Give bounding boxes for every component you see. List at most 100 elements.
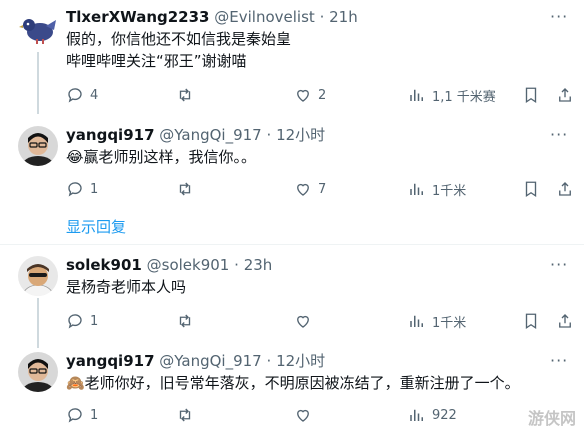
share-button[interactable] bbox=[556, 179, 574, 199]
divider bbox=[0, 244, 584, 245]
bookmark-button[interactable] bbox=[522, 179, 540, 199]
more-options-icon[interactable]: ··· bbox=[550, 125, 568, 145]
display-name[interactable]: solek901 bbox=[66, 256, 142, 274]
share-button[interactable] bbox=[556, 311, 574, 331]
retweet-icon bbox=[179, 408, 191, 422]
separator: · bbox=[319, 8, 325, 26]
user-handle[interactable]: @solek901 bbox=[147, 256, 230, 274]
thread-line bbox=[37, 52, 39, 114]
display-name[interactable]: yangqi917 bbox=[66, 352, 155, 370]
view-count: 1千米 bbox=[432, 183, 467, 199]
heart-icon bbox=[297, 183, 309, 196]
like-button[interactable]: 2 bbox=[294, 85, 326, 105]
views-icon bbox=[410, 183, 423, 195]
reply-icon bbox=[68, 408, 82, 423]
retweet-button[interactable] bbox=[176, 405, 200, 425]
tweet-header: TlxerXWang2233 @Evilnovelist · 21h bbox=[66, 7, 358, 27]
tweet-header: solek901 @solek901 · 23h bbox=[66, 255, 272, 275]
views-button[interactable]: 922 bbox=[408, 405, 457, 425]
view-count: 922 bbox=[432, 407, 457, 423]
tweet-text-line: 😂赢老师别这样，我信你。。 bbox=[66, 148, 257, 166]
more-options-icon[interactable]: ··· bbox=[550, 351, 568, 371]
tweet-text-line: 是杨奇老师本人吗 bbox=[66, 278, 187, 296]
pigeon-avatar-icon bbox=[18, 8, 58, 48]
reply-count: 1 bbox=[90, 407, 99, 423]
bookmark-icon bbox=[525, 313, 537, 330]
retweet-button[interactable] bbox=[176, 179, 200, 199]
person-avatar-icon bbox=[18, 256, 58, 296]
reply-count: 1 bbox=[90, 181, 99, 197]
retweet-icon bbox=[179, 182, 191, 196]
user-handle[interactable]: @Evilnovelist bbox=[214, 8, 315, 26]
views-button[interactable]: 1,1 千米赛 bbox=[408, 85, 496, 105]
avatar[interactable] bbox=[18, 126, 58, 166]
share-icon bbox=[559, 88, 571, 102]
timestamp[interactable]: 21h bbox=[329, 8, 358, 26]
bookmark-button[interactable] bbox=[522, 85, 540, 105]
reply-button[interactable]: 1 bbox=[66, 405, 98, 425]
avatar[interactable] bbox=[18, 352, 58, 392]
separator: · bbox=[234, 256, 239, 274]
avatar[interactable] bbox=[18, 8, 58, 48]
tweet-text-line: 🙈老师你好，旧号常年落灰，不明原因被冻结了，重新注册了一个。 bbox=[66, 374, 520, 392]
views-icon bbox=[410, 315, 423, 327]
retweet-button[interactable] bbox=[176, 311, 200, 331]
tweet-actions: 1 1千米 bbox=[66, 311, 571, 331]
person-avatar-icon bbox=[18, 352, 58, 392]
show-replies-link[interactable]: 显示回复 bbox=[66, 217, 126, 237]
reply-count: 4 bbox=[90, 87, 99, 103]
view-count: 1千米 bbox=[432, 315, 467, 331]
heart-icon bbox=[297, 89, 309, 102]
reply-icon bbox=[68, 182, 82, 197]
timestamp[interactable]: 23h bbox=[244, 256, 273, 274]
views-icon bbox=[410, 89, 423, 101]
bookmark-button[interactable] bbox=[522, 311, 540, 331]
tweet-actions: 1 922 bbox=[66, 405, 566, 425]
heart-icon bbox=[297, 315, 309, 328]
tweet-text-line: 假的，你信他还不如信我是秦始皇 bbox=[66, 30, 292, 48]
person-avatar-icon bbox=[18, 126, 58, 166]
reply-count: 1 bbox=[90, 313, 99, 329]
reply-button[interactable]: 1 bbox=[66, 179, 98, 199]
views-button[interactable]: 1千米 bbox=[408, 311, 466, 331]
reply-button[interactable]: 4 bbox=[66, 85, 98, 105]
display-name[interactable]: TlxerXWang2233 bbox=[66, 8, 209, 26]
bookmark-icon bbox=[525, 87, 537, 104]
like-button[interactable]: 7 bbox=[294, 179, 326, 199]
tweet-header: yangqi917 @YangQi_917 · 12小时 bbox=[66, 351, 325, 371]
view-count: 1,1 千米赛 bbox=[432, 89, 496, 105]
views-icon bbox=[410, 409, 423, 421]
timestamp[interactable]: 12小时 bbox=[276, 126, 325, 144]
more-options-icon[interactable]: ··· bbox=[550, 255, 568, 275]
avatar[interactable] bbox=[18, 256, 58, 296]
like-count: 7 bbox=[318, 181, 327, 197]
share-button[interactable] bbox=[556, 85, 574, 105]
like-button[interactable] bbox=[294, 405, 318, 425]
reply-icon bbox=[68, 88, 82, 103]
heart-icon bbox=[297, 409, 309, 422]
share-icon bbox=[559, 182, 571, 196]
like-button[interactable] bbox=[294, 311, 318, 331]
separator: · bbox=[266, 352, 272, 370]
watermark: 游侠网 bbox=[527, 409, 576, 428]
share-icon bbox=[559, 314, 571, 328]
user-handle[interactable]: @YangQi_917 bbox=[159, 126, 261, 144]
retweet-button[interactable] bbox=[176, 85, 200, 105]
more-options-icon[interactable]: ··· bbox=[550, 7, 568, 27]
reply-button[interactable]: 1 bbox=[66, 311, 98, 331]
user-handle[interactable]: @YangQi_917 bbox=[159, 352, 261, 370]
tweet-header: yangqi917 @YangQi_917 · 12小时 bbox=[66, 125, 325, 145]
reply-icon bbox=[68, 314, 82, 329]
retweet-icon bbox=[179, 88, 191, 102]
thread-line bbox=[37, 298, 39, 348]
display-name[interactable]: yangqi917 bbox=[66, 126, 155, 144]
tweet-actions: 1 7 1千米 bbox=[66, 179, 571, 199]
like-count: 2 bbox=[318, 87, 327, 103]
bookmark-icon bbox=[525, 181, 537, 198]
tweet-actions: 4 2 1,1 千米赛 bbox=[66, 85, 571, 105]
timestamp[interactable]: 12小时 bbox=[276, 352, 325, 370]
views-button[interactable]: 1千米 bbox=[408, 179, 466, 199]
separator: · bbox=[266, 126, 272, 144]
tweet-text-line: 哔哩哔哩关注“邪王”谢谢喵 bbox=[66, 52, 247, 70]
retweet-icon bbox=[179, 314, 191, 328]
